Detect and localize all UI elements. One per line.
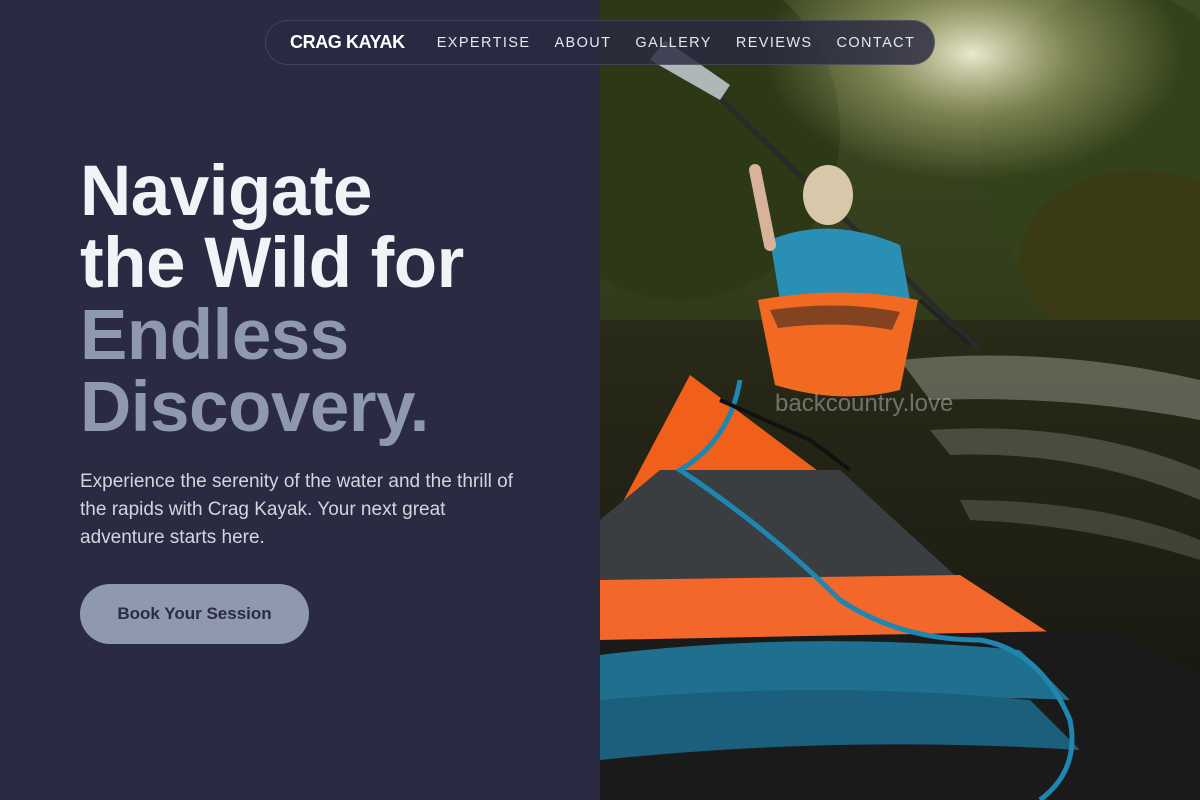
hero-description: Experience the serenity of the water and… — [80, 471, 514, 548]
headline-line-1: Navigate — [80, 152, 372, 231]
headline-line-4: Discovery. — [80, 368, 429, 447]
photo-watermark: backcountry.love — [775, 390, 954, 417]
hero-left-panel: Navigate the Wild for Endless Discovery.… — [0, 0, 600, 800]
nav-link-about[interactable]: ABOUT — [554, 35, 611, 51]
book-session-button[interactable]: Book Your Session — [80, 584, 309, 644]
brand-logo[interactable]: CRAG KAYAK — [290, 32, 405, 53]
nav-link-reviews[interactable]: REVIEWS — [736, 35, 813, 51]
nav-link-contact[interactable]: CONTACT — [837, 35, 916, 51]
hero-headline: Navigate the Wild for Endless Discovery. — [80, 156, 464, 444]
headline-line-3: Endless — [80, 296, 349, 375]
nav-link-gallery[interactable]: GALLERY — [635, 35, 711, 51]
headline-line-2: the Wild for — [80, 224, 464, 303]
nav-link-expertise[interactable]: EXPERTISE — [437, 35, 531, 51]
hero-photo-kayak: backcountry.love — [600, 0, 1200, 800]
nav-links: EXPERTISE ABOUT GALLERY REVIEWS CONTACT — [437, 35, 916, 51]
top-navigation: CRAG KAYAK EXPERTISE ABOUT GALLERY REVIE… — [265, 20, 935, 65]
